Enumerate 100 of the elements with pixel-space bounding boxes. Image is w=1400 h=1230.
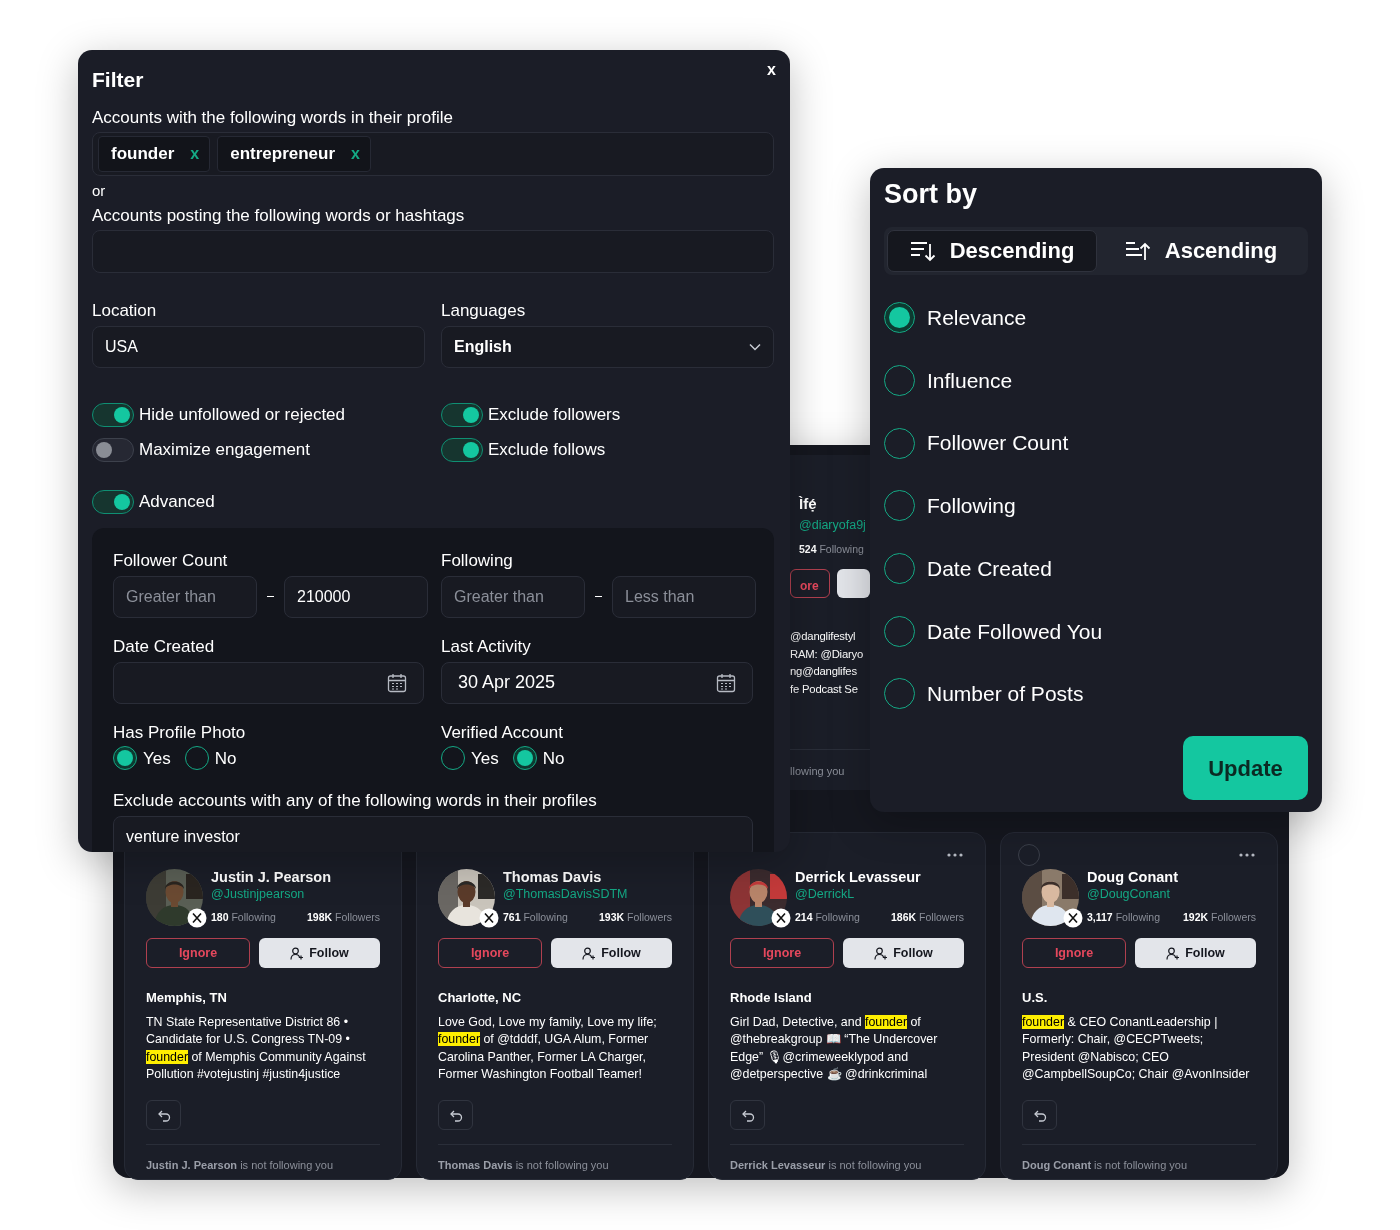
following-status: llowing you: [790, 764, 845, 777]
max-input-field[interactable]: Less than: [612, 575, 756, 618]
toggle-switch[interactable]: [441, 438, 483, 462]
radio-button[interactable]: [512, 746, 537, 771]
chevron-down-icon: [749, 342, 761, 351]
max-input-field[interactable]: 210000: [284, 575, 428, 618]
location-text: Memphis, TN: [146, 989, 228, 1007]
add-user-icon: [582, 946, 596, 960]
sort-descending-icon: [909, 239, 936, 262]
radio-label: Following: [927, 493, 1016, 520]
following-count: 214 Following: [795, 910, 860, 925]
radio-label: Follower Count: [927, 430, 1069, 457]
followers-count: 192K Followers: [1183, 910, 1256, 925]
exclude-words-field[interactable]: venture investor: [113, 816, 753, 852]
following-status: Justin J. Pearson is not following you: [146, 1158, 334, 1171]
date-input-field[interactable]: 30 Apr 2025: [441, 661, 753, 704]
language-dropdown[interactable]: English: [441, 325, 774, 368]
toggle-switch[interactable]: [92, 438, 134, 462]
following-count: 761 Following: [503, 910, 568, 925]
add-user-icon: [874, 946, 888, 960]
toggle-label: Hide unfollowed or rejected: [139, 404, 345, 427]
field-label: Verified Account: [441, 721, 564, 744]
bio-text: fe Podcast Se: [790, 682, 859, 698]
following-status: Thomas Davis is not following you: [438, 1158, 609, 1171]
radio-label: Yes: [143, 747, 171, 770]
toggle-switch[interactable]: [92, 490, 134, 514]
following-status: Doug Conant is not following you: [1022, 1158, 1188, 1171]
more-icon[interactable]: [946, 852, 964, 858]
profile-handle: @DougConant: [1087, 886, 1171, 902]
update-button[interactable]: Update: [1183, 736, 1308, 800]
toggle-switch[interactable]: [441, 403, 483, 427]
followers-count: 186K Followers: [891, 910, 964, 925]
radio-label: Yes: [471, 747, 499, 770]
profile-handle: @Justinjpearson: [211, 886, 306, 902]
toggle-label: Maximize engagement: [139, 439, 311, 462]
field-label: Last Activity: [441, 635, 532, 658]
follow-button[interactable]: [836, 569, 870, 599]
field-label: Has Profile Photo: [113, 721, 247, 744]
min-input-field[interactable]: Greater than: [441, 575, 585, 618]
radio-label: Date Followed You: [927, 618, 1103, 645]
add-user-icon: [1166, 946, 1180, 960]
reply-button[interactable]: [438, 1099, 473, 1130]
follow-button[interactable]: Follow: [1135, 938, 1256, 968]
radio-label: No: [214, 747, 237, 770]
radio-label: Date Created: [927, 555, 1052, 582]
remove-tag-button[interactable]: x: [190, 141, 200, 166]
profile-name: Derrick Levasseur: [795, 869, 922, 886]
field-label: Accounts posting the following words or hashtags: [92, 204, 466, 227]
more-icon[interactable]: [1238, 852, 1256, 858]
radio-label: No: [542, 747, 565, 770]
min-input-field[interactable]: Greater than: [113, 575, 257, 618]
tag-input-field[interactable]: founder x entrepreneur x: [92, 131, 774, 176]
reply-button[interactable]: [730, 1099, 765, 1130]
x-logo-icon: [187, 908, 207, 928]
field-label: Exclude accounts with any of the following words in their profiles: [113, 790, 598, 812]
profile-handle: @diaryofa9j: [799, 517, 866, 532]
field-label: Following: [441, 549, 514, 572]
radio-button[interactable]: [113, 746, 137, 771]
radio-label: Relevance: [927, 305, 1027, 332]
field-label: Follower Count: [113, 549, 229, 572]
follow-button[interactable]: Follow: [551, 938, 672, 968]
profile-name: Thomas Davis: [503, 869, 603, 886]
bio-text: founder & CEO ConantLeadership | Formerly: Chair, @CECPTweets; President @Nabisco; CEO @CampbellSoupCo; Chair @AvonInsider: [1022, 1013, 1251, 1084]
bio-text: ng@danglifes: [790, 664, 858, 680]
location-field[interactable]: USA: [92, 325, 425, 368]
reply-button[interactable]: [146, 1099, 181, 1130]
toggle-switch[interactable]: [92, 403, 134, 427]
date-input-field[interactable]: [113, 661, 424, 704]
sort-direction-tab[interactable]: Descending: [887, 229, 1097, 272]
x-logo-icon: [1063, 908, 1083, 928]
toggle-label: Exclude follows: [488, 439, 606, 462]
sort-ascending-icon: [1124, 239, 1151, 262]
follow-button[interactable]: Follow: [259, 938, 380, 968]
radio-label: Number of Posts: [927, 681, 1084, 708]
or-text: or: [92, 180, 107, 201]
field-label: Location: [92, 299, 158, 322]
add-user-icon: [290, 946, 304, 960]
ignore-button[interactable]: Ignore: [730, 938, 834, 968]
panel-title: Sort by: [884, 178, 978, 211]
bio-text: @danglifestyl: [790, 629, 857, 645]
followers-count: 193K Followers: [599, 910, 672, 925]
field-label: Languages: [441, 299, 527, 322]
bio-text: RAM: @Diaryo: [790, 646, 865, 662]
reply-button[interactable]: [1022, 1099, 1057, 1130]
close-button[interactable]: x: [767, 58, 776, 82]
x-logo-icon: [771, 908, 791, 928]
remove-tag-button[interactable]: x: [351, 141, 360, 166]
location-text: Charlotte, NC: [438, 989, 523, 1007]
sort-direction-tab[interactable]: Ascending: [1097, 229, 1305, 272]
calendar-icon: [387, 672, 407, 693]
ignore-button[interactable]: Ignore: [1022, 938, 1126, 968]
radio-button[interactable]: [884, 302, 915, 334]
tag-chip: entrepreneur x: [217, 135, 371, 172]
ignore-button[interactable]: Ignore: [438, 938, 542, 968]
profile-handle: @ThomasDavisSDTM: [503, 886, 629, 902]
ignore-button[interactable]: Ignore: [146, 938, 250, 968]
profile-name: Doug Conant: [1087, 869, 1179, 886]
follow-button[interactable]: Follow: [843, 938, 964, 968]
bio-text: Love God, Love my family, Love my life; founder of @tdddf, UGA Alum, Former Carolina Panther, Former LA Charger, Former Washington Football Teamer!: [438, 1013, 658, 1084]
toggle-label: Advanced: [139, 491, 215, 514]
